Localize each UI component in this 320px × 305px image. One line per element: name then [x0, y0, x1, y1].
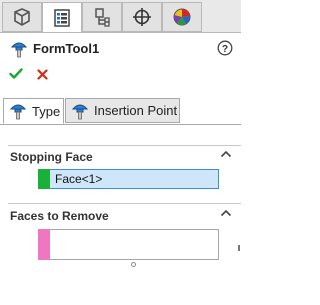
help-icon[interactable]: ?: [217, 40, 233, 56]
tab-insertion-point[interactable]: Insertion Point: [65, 98, 180, 123]
stopping-face-title: Stopping Face: [10, 150, 93, 164]
faces-to-remove-section: Faces to Remove: [10, 209, 241, 223]
tab-divider: [0, 32, 241, 33]
crosshair-icon: [133, 8, 151, 26]
property-tabs: Type Insertion Point: [0, 98, 241, 125]
chevron-up-icon[interactable]: [220, 150, 232, 158]
stopping-face-selection[interactable]: Face<1>: [55, 172, 102, 186]
section-divider: [8, 203, 241, 204]
property-manager-icon: [54, 8, 70, 27]
display-manager-icon: [173, 8, 191, 26]
manager-tabs: [0, 0, 241, 33]
tab-insertion-point-label: Insertion Point: [94, 103, 178, 118]
dimxpert-tab[interactable]: [122, 2, 162, 32]
ok-button[interactable]: [9, 68, 23, 80]
form-tool-icon: [9, 104, 27, 120]
configuration-manager-icon: [95, 8, 110, 27]
faces-to-remove-title: Faces to Remove: [10, 209, 109, 223]
tab-type[interactable]: Type: [3, 98, 64, 124]
property-manager-tab[interactable]: [42, 2, 82, 33]
form-tool-icon: [10, 42, 28, 58]
tab-divider: [0, 124, 241, 125]
panel-edge-marker: [238, 245, 240, 251]
stopping-face-color-swatch: [38, 169, 50, 189]
property-header: FormTool1 ?: [10, 40, 235, 58]
form-tool-icon: [71, 104, 89, 119]
cancel-button[interactable]: [37, 69, 48, 80]
feature-manager-icon: [14, 8, 30, 26]
feature-name: FormTool1: [33, 41, 100, 56]
configuration-manager-tab[interactable]: [82, 2, 122, 32]
display-manager-tab[interactable]: [162, 2, 202, 32]
help-symbol: ?: [222, 44, 228, 55]
stopping-face-section: Stopping Face: [10, 150, 241, 164]
feature-manager-tab[interactable]: [2, 2, 42, 32]
list-resize-handle[interactable]: [131, 262, 136, 267]
tab-type-label: Type: [32, 103, 61, 119]
faces-to-remove-color-swatch: [38, 229, 50, 260]
faces-to-remove-selection-box[interactable]: [38, 229, 219, 260]
section-divider: [8, 145, 241, 146]
chevron-up-icon[interactable]: [220, 209, 232, 217]
